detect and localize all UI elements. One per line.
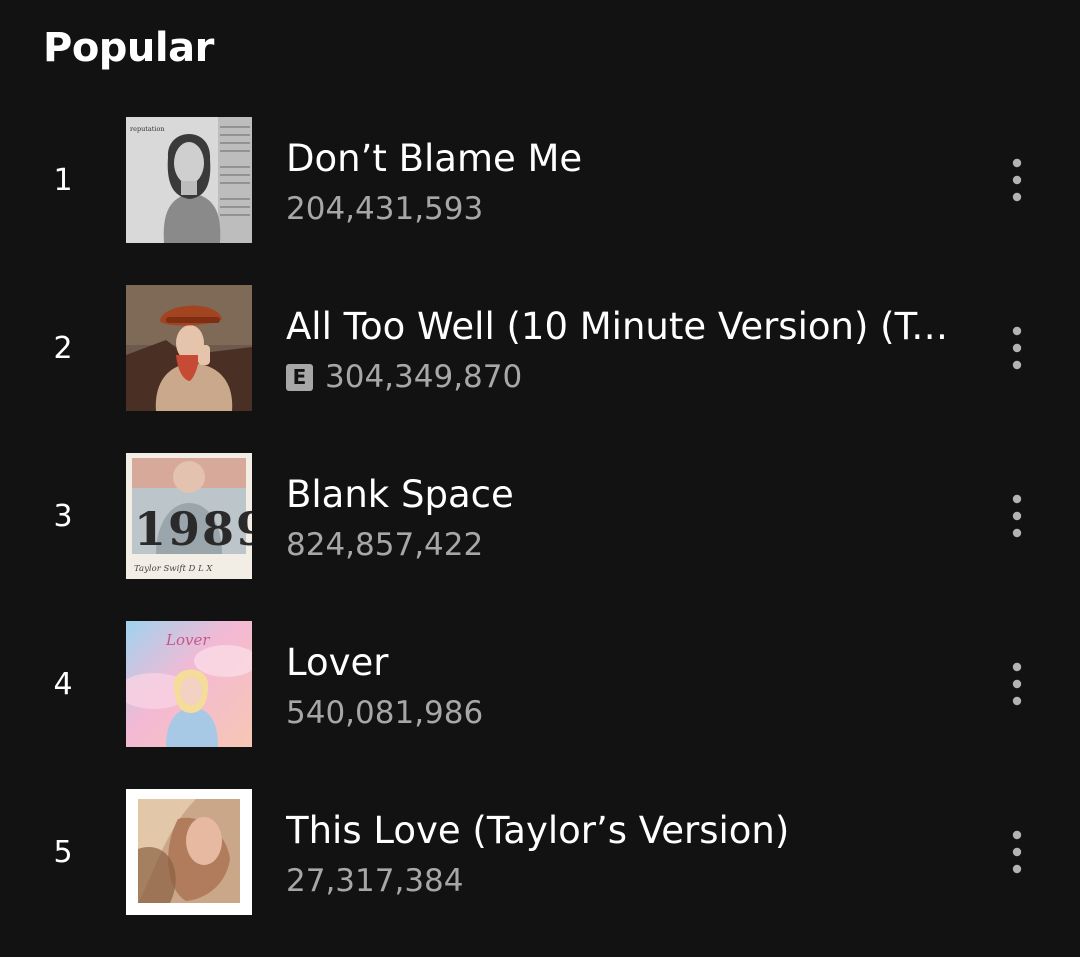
track-row[interactable]: 3 1989 Taylor Swift D L X Blank Space 82… [0,453,1080,580]
track-title[interactable]: All Too Well (10 Minute Version) (Taylor… [286,304,956,350]
more-options-vertical-icon [1012,326,1022,370]
more-options-button[interactable] [996,828,1038,876]
track-row[interactable]: 4 Lover Lover 540,081,986 [0,621,1080,748]
album-cover-red-tv [126,285,252,411]
track-meta: 824,857,422 [286,525,483,565]
play-count: 824,857,422 [286,527,484,563]
track-row[interactable]: 5 This Love (Taylor’s Version) 27,317,38… [0,789,1080,916]
popular-track-list: 1 reputation Don’t Blame Me 204,431,593 … [0,117,1080,957]
track-number: 4 [53,667,73,702]
track-number: 3 [53,499,73,534]
more-options-button[interactable] [996,660,1038,708]
track-meta: 540,081,986 [286,693,483,733]
track-title[interactable]: Lover [286,640,956,686]
more-options-button[interactable] [996,156,1038,204]
explicit-badge: E [286,363,313,391]
more-options-vertical-icon [1012,158,1022,202]
play-count: 27,317,384 [286,863,464,899]
track-number: 1 [53,163,73,198]
play-count: 204,431,593 [286,191,484,227]
track-meta: E 304,349,870 [286,357,522,397]
album-cover-reputation: reputation [126,117,252,243]
svg-text:Taylor Swift D L X: Taylor Swift D L X [134,564,213,574]
track-row[interactable]: 2 All Too Well (10 Minute Version) (Tayl… [0,285,1080,412]
svg-text:reputation: reputation [130,125,165,133]
section-title: Popular [43,25,214,71]
more-options-vertical-icon [1012,494,1022,538]
svg-text:Lover: Lover [165,631,210,649]
track-title[interactable]: Don’t Blame Me [286,136,956,182]
track-number: 5 [53,835,73,870]
track-title[interactable]: This Love (Taylor’s Version) [286,808,956,854]
album-cover-1989: 1989 Taylor Swift D L X [126,453,252,579]
track-meta: 27,317,384 [286,861,464,901]
play-count: 304,349,870 [325,359,523,395]
track-row[interactable]: 1 reputation Don’t Blame Me 204,431,593 [0,117,1080,244]
more-options-button[interactable] [996,324,1038,372]
track-title[interactable]: Blank Space [286,472,956,518]
more-options-vertical-icon [1012,830,1022,874]
album-cover-lover: Lover [126,621,252,747]
track-meta: 204,431,593 [286,189,483,229]
more-options-button[interactable] [996,492,1038,540]
svg-text:1989: 1989 [134,502,252,556]
album-cover-1989-tv [126,789,252,915]
play-count: 540,081,986 [286,695,484,731]
more-options-vertical-icon [1012,662,1022,706]
track-number: 2 [53,331,73,366]
